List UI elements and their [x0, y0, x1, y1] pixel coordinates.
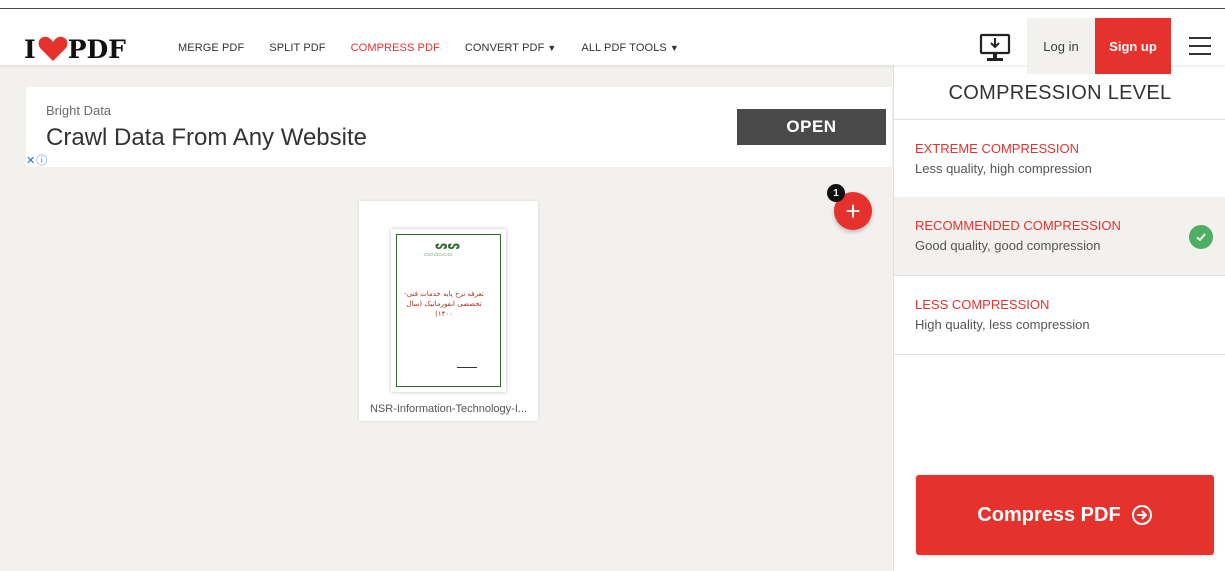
option-title: LESS COMPRESSION [915, 297, 1050, 312]
file-card[interactable]: ᔕᔕ ▭▭▭▭▭▭ تعرفه نرخ پایه خدمات فنی- تخصص… [359, 201, 538, 421]
ad-info-icon[interactable]: ⓘ [36, 155, 47, 167]
nav-all-pdf-tools[interactable]: ALL PDF TOOLS ▼ [581, 42, 678, 54]
option-description: Good quality, good compression [915, 238, 1101, 253]
menu-line [1189, 45, 1211, 47]
file-thumbnail: ᔕᔕ ▭▭▭▭▭▭ تعرفه نرخ پایه خدمات فنی- تخصص… [391, 229, 506, 392]
ad-open-button[interactable]: OPEN [737, 109, 886, 145]
compress-pdf-button[interactable]: Compress PDF [916, 475, 1214, 555]
thumbnail-footer-line [457, 367, 477, 368]
plus-icon: + [845, 196, 861, 226]
menu-line [1189, 37, 1211, 39]
caret-down-icon: ▼ [669, 43, 679, 53]
document-crest-caption: ▭▭▭▭▭▭ [424, 252, 453, 258]
check-icon [1189, 225, 1213, 249]
nav-convert-pdf-label: CONVERT PDF [464, 42, 545, 54]
ilovepdf-logo[interactable]: I PDF [24, 34, 126, 64]
option-recommended-compression[interactable]: RECOMMENDED COMPRESSION Good quality, go… [894, 197, 1225, 276]
nav-compress-pdf[interactable]: COMPRESS PDF [351, 42, 440, 54]
compress-pdf-label: Compress PDF [977, 503, 1121, 526]
option-description: High quality, less compression [915, 317, 1090, 332]
login-button[interactable]: Log in [1027, 18, 1095, 74]
option-description: Less quality, high compression [915, 161, 1092, 176]
ad-controls: ✕ ⓘ [26, 155, 47, 167]
nav-split-pdf[interactable]: SPLIT PDF [269, 42, 325, 54]
nav-merge-pdf[interactable]: MERGE PDF [178, 42, 244, 54]
caret-down-icon: ▼ [547, 43, 557, 53]
top-border-line [0, 8, 1225, 9]
option-title: EXTREME COMPRESSION [915, 141, 1079, 156]
file-count-badge: 1 [827, 184, 845, 202]
option-less-compression[interactable]: LESS COMPRESSION High quality, less comp… [894, 276, 1225, 355]
sidebar-title: COMPRESSION LEVEL [948, 82, 1172, 104]
option-title: RECOMMENDED COMPRESSION [915, 218, 1121, 233]
logo-suffix: PDF [67, 34, 126, 64]
nav-all-pdf-tools-label: ALL PDF TOOLS [581, 42, 667, 54]
main-nav: MERGE PDF SPLIT PDF COMPRESS PDF CONVERT… [178, 42, 704, 54]
desktop-download-button[interactable] [978, 33, 1012, 63]
signup-button[interactable]: Sign up [1095, 18, 1171, 74]
document-crest-icon: ᔕᔕ [435, 240, 460, 252]
ad-headline[interactable]: Crawl Data From Any Website [46, 124, 367, 152]
file-name: NSR-Information-Technology-I... [369, 403, 528, 415]
hamburger-menu-icon[interactable] [1186, 36, 1214, 56]
ad-brand: Bright Data [46, 103, 112, 118]
option-extreme-compression[interactable]: EXTREME COMPRESSION Less quality, high c… [894, 120, 1225, 199]
nav-convert-pdf[interactable]: CONVERT PDF ▼ [465, 42, 557, 54]
top-navigation-bar: I PDF MERGE PDF SPLIT PDF COMPRESS PDF C… [0, 0, 1225, 74]
thumbnail-title: تعرفه نرخ پایه خدمات فنی- تخصصی انفورمات… [404, 290, 484, 318]
heart-icon [38, 36, 68, 61]
advertisement-banner[interactable]: Bright Data Crawl Data From Any Website … [26, 87, 892, 167]
desktop-download-icon [979, 33, 1011, 61]
menu-line [1189, 53, 1211, 55]
logo-prefix: I [24, 34, 36, 64]
ad-close-icon[interactable]: ✕ [26, 155, 35, 167]
arrow-right-circle-icon [1131, 505, 1152, 525]
